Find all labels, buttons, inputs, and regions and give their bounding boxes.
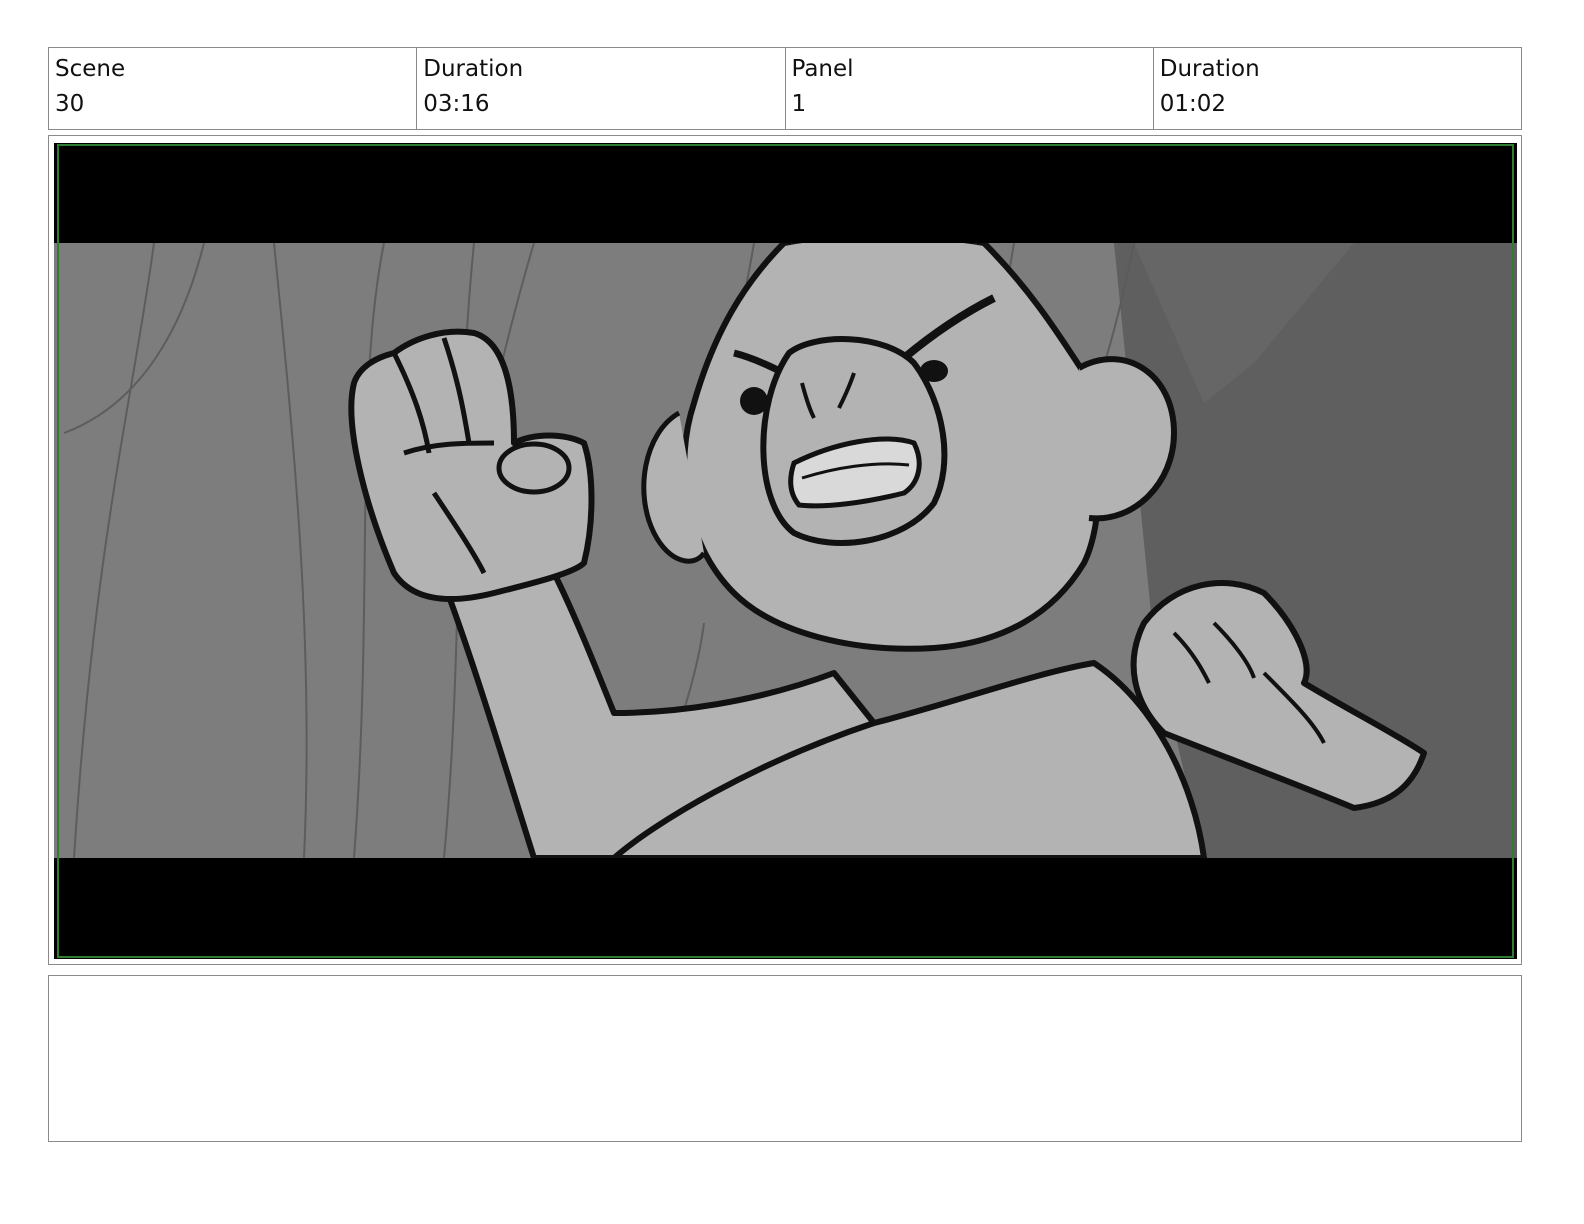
scene-duration-value: 03:16 — [423, 91, 490, 117]
panel-duration-value: 01:02 — [1159, 91, 1227, 117]
scene-cell: Scene 30 — [49, 48, 418, 129]
panel-cell: Panel 1 — [786, 48, 1154, 129]
panel-value: 1 — [791, 91, 807, 117]
panel-duration-cell: Duration 01:02 — [1154, 48, 1521, 129]
panel-label: Panel — [791, 56, 854, 82]
scene-duration-label: Duration — [423, 56, 524, 82]
panel-notes-box[interactable] — [48, 975, 1522, 1142]
scene-value: 30 — [55, 91, 85, 117]
scene-duration-cell: Duration 03:16 — [417, 48, 786, 129]
storyboard-panel-frame — [48, 135, 1522, 965]
storyboard-sketch-image — [54, 143, 1517, 959]
panel-info-table: Scene 30 Duration 03:16 Panel 1 Duration… — [48, 47, 1522, 130]
panel-duration-label: Duration — [1159, 56, 1260, 82]
scene-label: Scene — [55, 56, 126, 82]
